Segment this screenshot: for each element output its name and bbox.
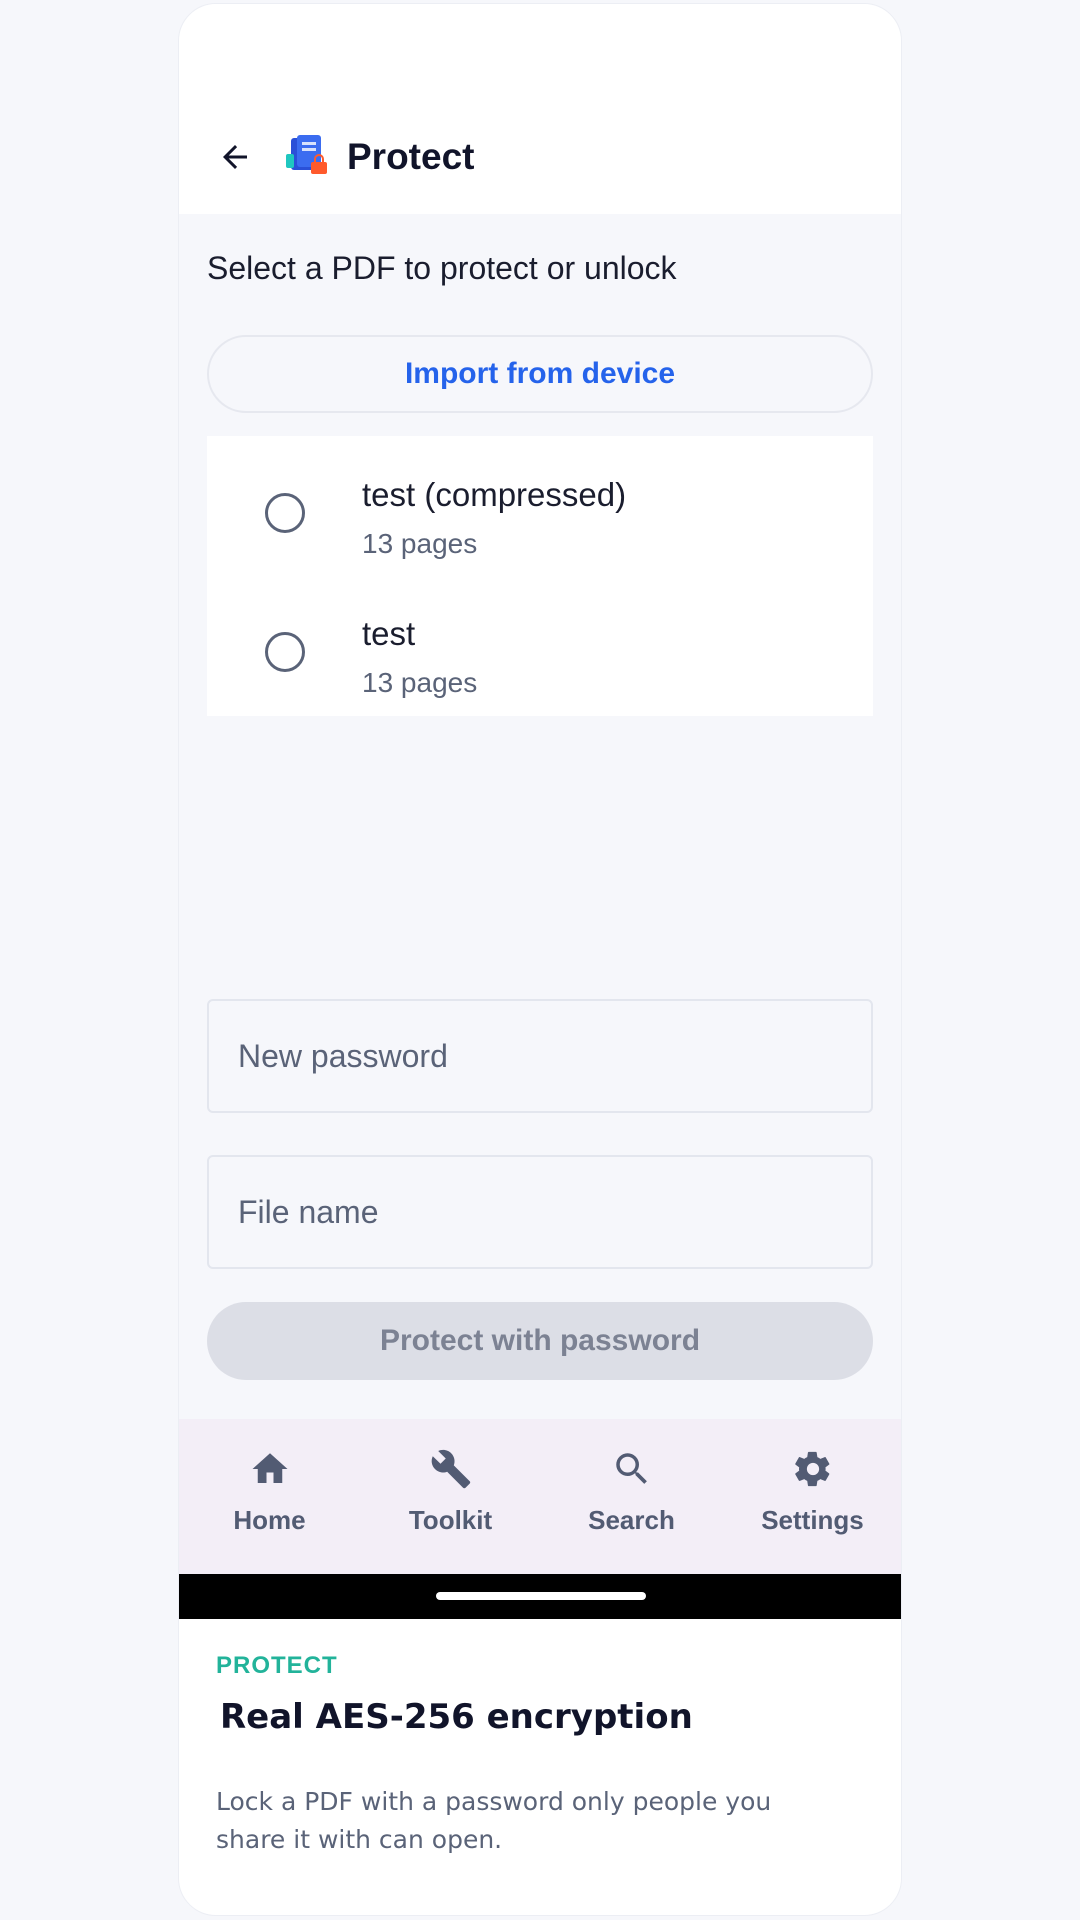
file-name: test (compressed) [362,476,627,513]
nav-label: Settings [761,1505,864,1535]
promo-description: Lock a PDF with a password only people y… [216,1787,772,1854]
gesture-navigation-bar [179,1574,901,1619]
feature-promo: PROTECT Real AES-256 encryption Lock a P… [179,1619,901,1915]
pdf-lock-logo-icon [286,135,327,174]
list-item[interactable]: test 13 pages [207,587,873,717]
file-name-input[interactable] [207,1155,873,1269]
file-radio-button[interactable] [265,493,305,533]
nav-item-toolkit[interactable]: Toolkit [360,1419,541,1574]
nav-label: Toolkit [408,1505,493,1535]
arrow-left-icon [223,145,247,169]
wrench-icon [429,1447,473,1491]
select-pdf-prompt: Select a PDF to protect or unlock [207,250,677,286]
file-name: test [362,615,416,652]
search-icon [610,1447,654,1491]
nav-label: Home [233,1505,306,1535]
app-bar: Protect [179,100,901,214]
phone-frame: Protect Select a PDF to protect or unloc… [178,3,902,1916]
nav-item-search[interactable]: Search [541,1419,722,1574]
status-bar-area [179,4,901,100]
promo-tag: PROTECT [216,1652,338,1679]
promo-title: Real AES-256 encryption [220,1697,693,1737]
gear-icon [791,1447,835,1491]
file-page-count: 13 pages [362,528,478,559]
bottom-navigation: Home Toolkit Search Settings [179,1419,901,1574]
file-list: test (compressed) 13 pages test 13 pages [207,436,873,716]
home-gesture-handle[interactable] [436,1592,646,1600]
nav-label: Search [588,1505,675,1535]
file-radio-button[interactable] [265,632,305,672]
home-icon [248,1447,292,1491]
page-title: Protect [347,136,475,177]
file-page-count: 13 pages [362,667,478,698]
nav-item-settings[interactable]: Settings [722,1419,901,1574]
protect-with-password-button[interactable]: Protect with password [207,1302,873,1380]
back-button[interactable] [213,135,257,179]
import-from-device-button[interactable]: Import from device [207,335,873,413]
list-item[interactable]: test (compressed) 13 pages [207,448,873,578]
nav-item-home[interactable]: Home [179,1419,360,1574]
new-password-input[interactable] [207,999,873,1113]
